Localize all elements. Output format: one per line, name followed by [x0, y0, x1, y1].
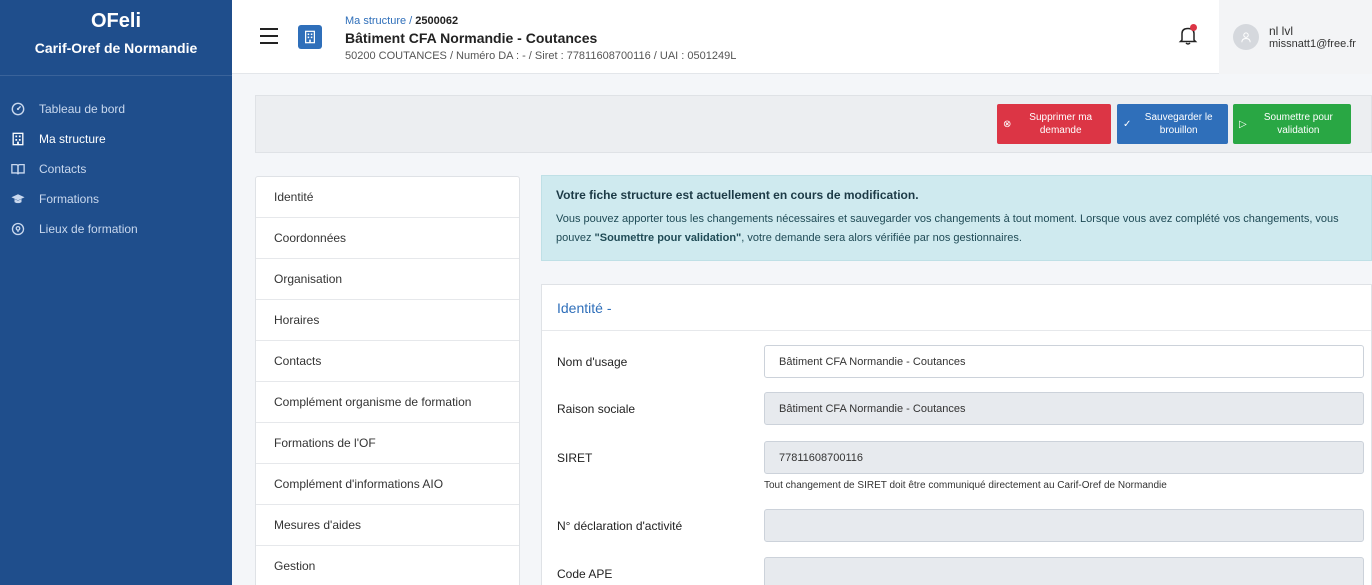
siret-input: [764, 441, 1364, 474]
alert-text-end: , votre demande sera alors vérifiée par …: [741, 232, 1022, 244]
submit-validation-button[interactable]: ▷ Soumettre pour validation: [1233, 104, 1351, 144]
structure-details: 50200 COUTANCES / Numéro DA : - / Siret …: [345, 50, 737, 62]
tab-identite[interactable]: Identité: [256, 177, 519, 218]
page-title: Bâtiment CFA Normandie - Coutances: [345, 30, 598, 46]
submit-validation-label: Soumettre pour validation: [1263, 112, 1333, 136]
section-tabs: Identité Coordonnées Organisation Horair…: [255, 176, 520, 585]
breadcrumb-id: 2500062: [415, 15, 459, 27]
tab-formations-of[interactable]: Formations de l'OF: [256, 423, 519, 464]
tab-organisation[interactable]: Organisation: [256, 259, 519, 300]
nom-usage-label: Nom d'usage: [557, 355, 628, 369]
menu-toggle-icon[interactable]: [260, 28, 278, 44]
location-icon: [11, 222, 25, 236]
alert-body: Vous pouvez apporter tous les changement…: [556, 210, 1357, 248]
tab-horaires[interactable]: Horaires: [256, 300, 519, 341]
tab-gestion[interactable]: Gestion: [256, 546, 519, 585]
sidebar-item-label: Contacts: [39, 162, 87, 176]
action-bar: ⊗ Supprimer ma demande ✓ Sauvegarder le …: [255, 95, 1372, 153]
sidebar-nav: Tableau de bord Ma structure Contacts Fo…: [0, 76, 232, 244]
brand-title: OFeli: [90, 10, 141, 32]
book-icon: [11, 162, 25, 176]
user-email: missnatt1@free.fr: [1269, 38, 1356, 50]
brand: OFeli Carif-Oref de Normandie: [0, 0, 232, 76]
save-draft-label: Sauvegarder le brouillon: [1144, 112, 1213, 136]
structure-header: Ma structure / 2500062 Bâtiment CFA Norm…: [345, 15, 736, 62]
sidebar-item-label: Tableau de bord: [39, 102, 126, 116]
building-icon: [298, 25, 322, 49]
tab-coordonnees[interactable]: Coordonnées: [256, 218, 519, 259]
nom-usage-input[interactable]: [764, 345, 1364, 378]
top-header: Ma structure / 2500062 Bâtiment CFA Norm…: [232, 0, 1372, 74]
delete-request-button[interactable]: ⊗ Supprimer ma demande: [997, 104, 1111, 144]
identity-form-card: Identité - Nom d'usage Raison sociale SI…: [541, 284, 1372, 585]
sidebar-item-ma-structure[interactable]: Ma structure: [0, 124, 232, 154]
alert-emphasis: "Soumettre pour validation": [594, 232, 742, 244]
ape-input: [764, 557, 1364, 585]
delete-request-label: Supprimer ma demande: [1029, 112, 1093, 136]
raison-sociale-label: Raison sociale: [557, 402, 636, 416]
check-icon: ✓: [1123, 118, 1132, 130]
nda-input: [764, 509, 1364, 542]
siret-help-text: Tout changement de SIRET doit être commu…: [764, 480, 1167, 491]
cancel-circle-icon: ⊗: [1003, 118, 1012, 130]
graduation-cap-icon: [11, 192, 25, 206]
breadcrumb-link[interactable]: Ma structure /: [345, 15, 415, 27]
brand-subtitle: Carif-Oref de Normandie: [34, 40, 198, 56]
tab-complement-aio[interactable]: Complément d'informations AIO: [256, 464, 519, 505]
sidebar-item-label: Formations: [39, 192, 100, 206]
sidebar-item-formations[interactable]: Formations: [0, 184, 232, 214]
avatar: [1233, 24, 1259, 50]
alert-title: Votre fiche structure est actuellement e…: [556, 188, 919, 202]
info-alert: Votre fiche structure est actuellement e…: [541, 175, 1372, 261]
save-draft-button[interactable]: ✓ Sauvegarder le brouillon: [1117, 104, 1228, 144]
nda-label: N° déclaration d'activité: [557, 519, 683, 533]
siret-label: SIRET: [557, 451, 593, 465]
tab-mesures-aides[interactable]: Mesures d'aides: [256, 505, 519, 546]
sidebar-item-label: Ma structure: [39, 132, 106, 146]
dashboard-icon: [11, 102, 25, 116]
sidebar-item-label: Lieux de formation: [39, 222, 138, 236]
ape-label: Code APE: [557, 567, 613, 581]
user-name: nl lvl: [1269, 24, 1294, 38]
user-menu[interactable]: nl lvl missnatt1@free.fr: [1219, 0, 1372, 74]
notification-badge: [1190, 24, 1197, 31]
tab-contacts[interactable]: Contacts: [256, 341, 519, 382]
send-icon: ▷: [1239, 118, 1247, 130]
sidebar-item-contacts[interactable]: Contacts: [0, 154, 232, 184]
sidebar: OFeli Carif-Oref de Normandie Tableau de…: [0, 0, 232, 585]
breadcrumb: Ma structure / 2500062: [345, 15, 736, 27]
section-title: Identité -: [542, 285, 1371, 331]
building-icon: [11, 132, 25, 146]
raison-sociale-input: [764, 392, 1364, 425]
tab-complement-of[interactable]: Complément organisme de formation: [256, 382, 519, 423]
sidebar-item-tableau-de-bord[interactable]: Tableau de bord: [0, 94, 232, 124]
sidebar-item-lieux-de-formation[interactable]: Lieux de formation: [0, 214, 232, 244]
notification-bell-icon[interactable]: [1178, 24, 1198, 46]
